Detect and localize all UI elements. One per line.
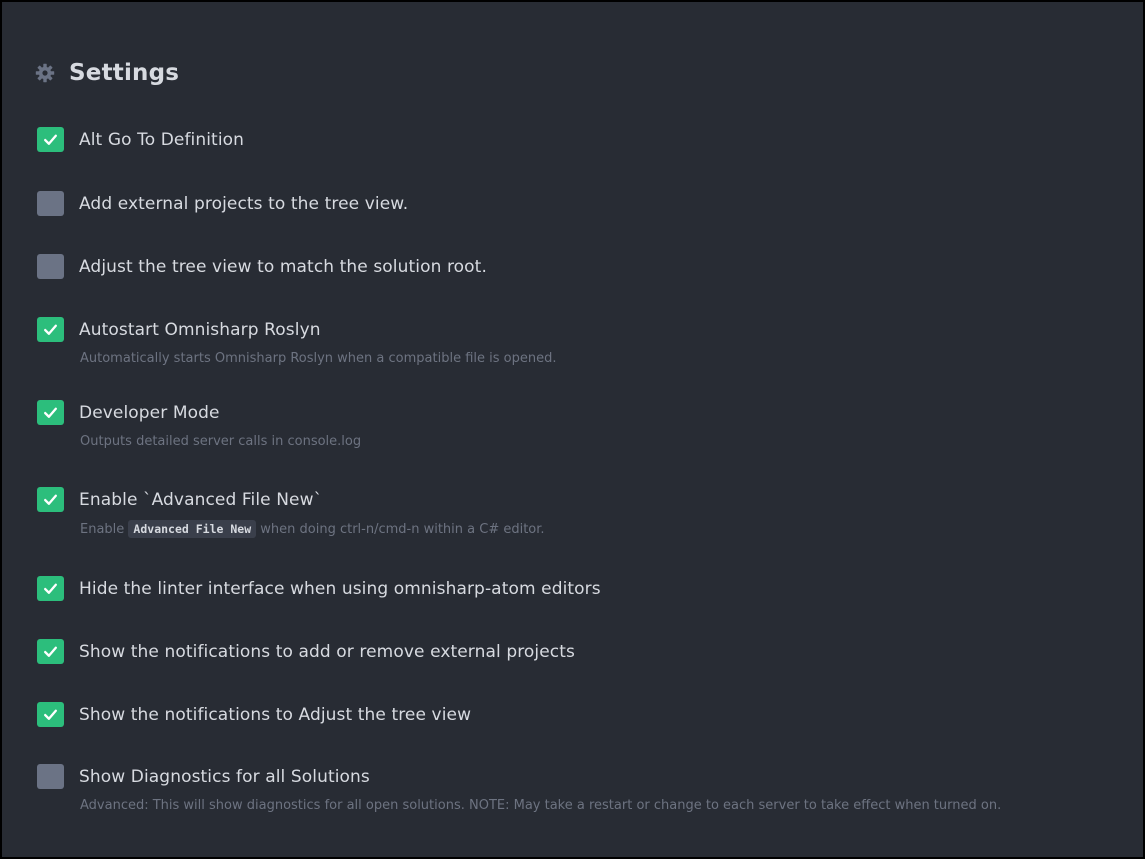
autostart-omnisharp-checkbox[interactable] — [37, 317, 64, 342]
setting-label[interactable]: Hide the linter interface when using omn… — [79, 579, 601, 599]
notify-external-projects-checkbox[interactable] — [37, 639, 64, 664]
setting-label[interactable]: Show the notifications to Adjust the tre… — [79, 705, 471, 725]
setting-autostart-omnisharp: Autostart Omnisharp Roslyn Automatically… — [37, 317, 1123, 370]
adjust-tree-view-root-checkbox[interactable] — [37, 254, 64, 279]
settings-header: Settings — [35, 60, 179, 86]
setting-label[interactable]: Alt Go To Definition — [79, 130, 244, 150]
setting-hide-linter: Hide the linter interface when using omn… — [37, 576, 1123, 601]
checkmark-icon — [44, 494, 57, 505]
developer-mode-checkbox[interactable] — [37, 400, 64, 425]
setting-label[interactable]: Enable `Advanced File New` — [79, 490, 322, 510]
setting-label[interactable]: Autostart Omnisharp Roslyn — [79, 320, 321, 340]
advanced-file-new-checkbox[interactable] — [37, 487, 64, 512]
setting-label[interactable]: Adjust the tree view to match the soluti… — [79, 257, 487, 277]
setting-notify-adjust-tree-view: Show the notifications to Adjust the tre… — [37, 702, 1123, 727]
setting-adjust-tree-view-root: Adjust the tree view to match the soluti… — [37, 254, 1123, 279]
setting-label[interactable]: Show Diagnostics for all Solutions — [79, 767, 370, 787]
checkmark-icon — [44, 324, 57, 335]
setting-advanced-file-new: Enable `Advanced File New` Enable Advanc… — [37, 487, 1123, 541]
checkmark-icon — [44, 583, 57, 594]
setting-label[interactable]: Show the notifications to add or remove … — [79, 642, 575, 662]
alt-go-to-definition-checkbox[interactable] — [37, 127, 64, 152]
setting-label[interactable]: Add external projects to the tree view. — [79, 194, 408, 214]
description-text: Enable — [80, 522, 125, 537]
add-external-projects-checkbox[interactable] — [37, 191, 64, 216]
notify-adjust-tree-view-checkbox[interactable] — [37, 702, 64, 727]
checkmark-icon — [44, 134, 57, 145]
gear-icon — [35, 63, 55, 83]
setting-description: Outputs detailed server calls in console… — [80, 434, 362, 449]
inline-code: Advanced File New — [128, 520, 257, 538]
page-title: Settings — [69, 60, 180, 86]
setting-description: Automatically starts Omnisharp Roslyn wh… — [80, 351, 557, 366]
setting-label[interactable]: Developer Mode — [79, 403, 220, 423]
checkmark-icon — [44, 407, 57, 418]
checkmark-icon — [44, 709, 57, 720]
setting-developer-mode: Developer Mode Outputs detailed server c… — [37, 400, 1123, 453]
checkmark-icon — [44, 646, 57, 657]
description-text: when doing ctrl-n/cmd-n within a C# edit… — [260, 522, 545, 537]
hide-linter-checkbox[interactable] — [37, 576, 64, 601]
setting-alt-go-to-definition: Alt Go To Definition — [37, 127, 1123, 152]
settings-panel: Settings Alt Go To Definition Add extern… — [0, 0, 1145, 859]
setting-description: Enable Advanced File New when doing ctrl… — [80, 518, 1123, 541]
setting-add-external-projects: Add external projects to the tree view. — [37, 191, 1123, 216]
show-diagnostics-checkbox[interactable] — [37, 764, 64, 789]
setting-description: Advanced: This will show diagnostics for… — [80, 798, 1002, 813]
setting-notify-external-projects: Show the notifications to add or remove … — [37, 639, 1123, 664]
setting-show-diagnostics-all-solutions: Show Diagnostics for all Solutions Advan… — [37, 764, 1123, 817]
